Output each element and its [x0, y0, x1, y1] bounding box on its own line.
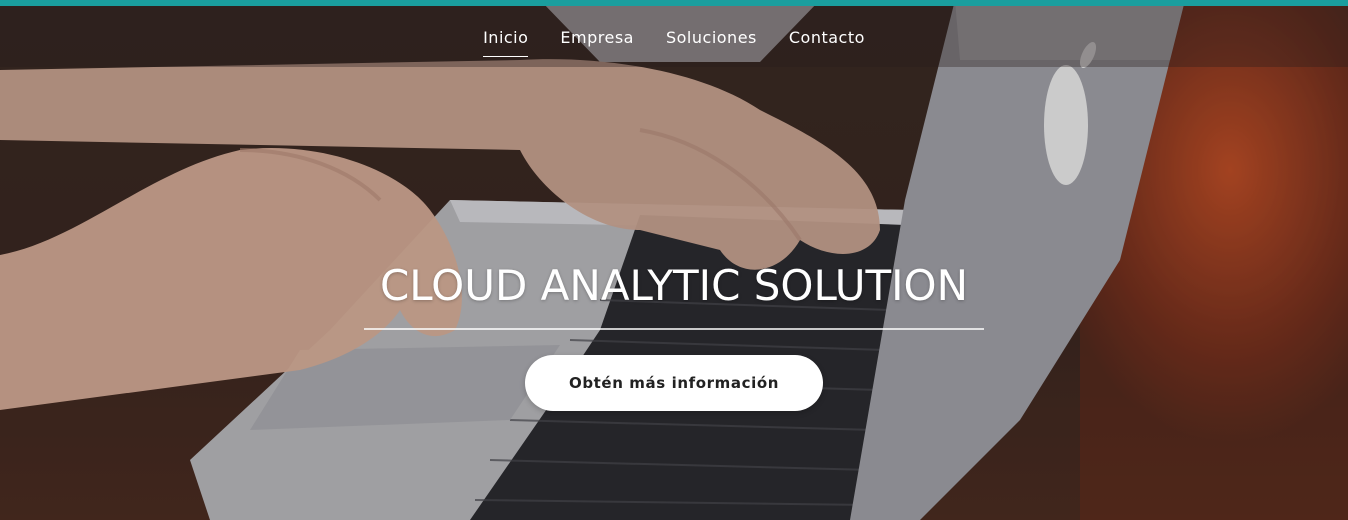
top-accent-bar [0, 0, 1348, 6]
more-info-button[interactable]: Obtén más información [525, 355, 823, 411]
hero-content: CLOUD ANALYTIC SOLUTION Obtén más inform… [0, 0, 1348, 520]
hero-divider [364, 328, 984, 330]
hero-title: CLOUD ANALYTIC SOLUTION [379, 261, 969, 310]
page: Inicio Empresa Soluciones Contacto CLOUD… [0, 0, 1348, 520]
